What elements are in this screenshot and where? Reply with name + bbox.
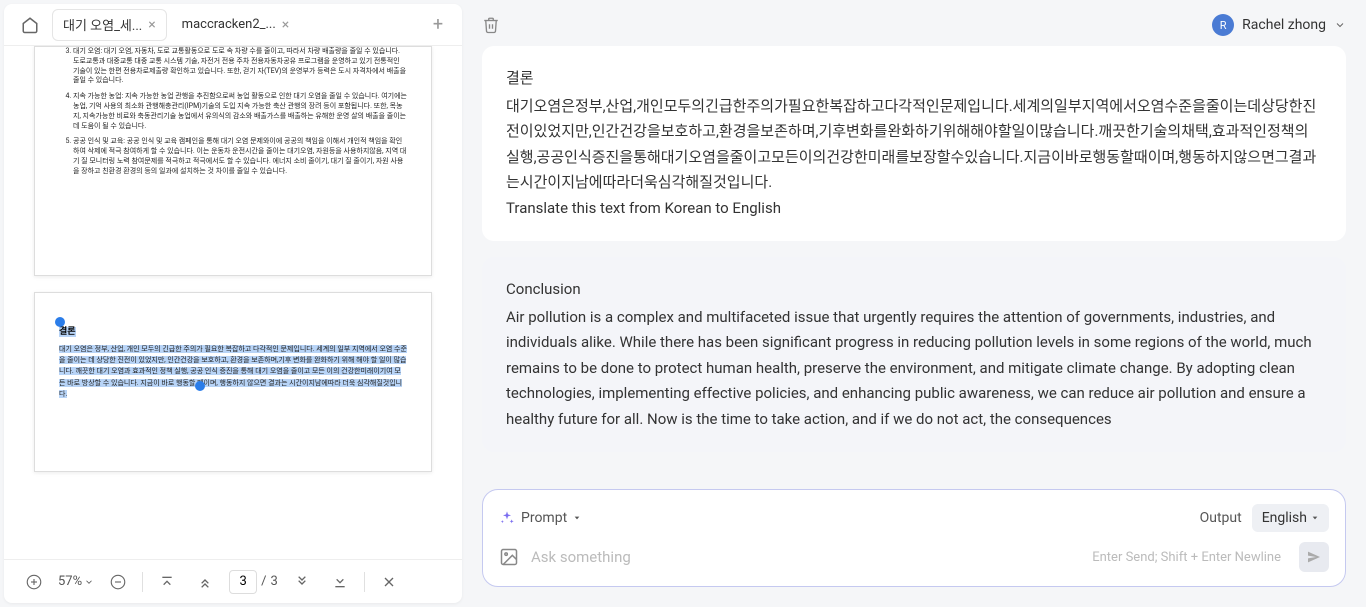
tabs-bar: 대기 오염_세... × maccracken2_... × + [4, 4, 462, 46]
tab-2-close[interactable]: × [282, 17, 289, 33]
chevrons-up-icon [197, 574, 213, 590]
prompt-label: Prompt [521, 510, 567, 526]
image-icon [499, 547, 519, 567]
page-total: 3 [271, 574, 278, 589]
page-indicator: / 3 [229, 570, 278, 594]
ask-input[interactable] [531, 548, 1080, 566]
caret-down-icon [573, 514, 581, 522]
close-doc-button[interactable] [375, 568, 403, 596]
home-icon [21, 16, 39, 34]
chat-panel: R Rachel zhong 결론 대기오염은정부,산업,개인모두의긴급한주의가… [466, 4, 1362, 603]
chat-top-bar: R Rachel zhong [466, 4, 1362, 46]
ai-msg-body: Air pollution is a complex and multiface… [506, 305, 1322, 433]
user-msg-instruction: Translate this text from Korean to Engli… [506, 196, 1322, 222]
chat-scroll[interactable]: 결론 대기오염은정부,산업,개인모두의긴급한주의가필요한복잡하고다각적인문제입니… [466, 46, 1362, 481]
user-msg-body: 대기오염은정부,산업,개인모두의긴급한주의가필요한복잡하고다각적인문제입니다.세… [506, 94, 1322, 196]
document-panel: 대기 오염_세... × maccracken2_... × + 대기 오염: … [4, 4, 462, 603]
prompt-dropdown[interactable]: Prompt [499, 510, 581, 526]
tab-1-label: 대기 오염_세... [63, 15, 142, 34]
plus-circle-icon [25, 573, 43, 591]
page-current-input[interactable] [229, 570, 257, 594]
output-label: Output [1200, 510, 1242, 526]
user-message: 결론 대기오염은정부,산업,개인모두의긴급한주의가필요한복잡하고다각적인문제입니… [482, 46, 1346, 241]
tab-1[interactable]: 대기 오염_세... × [52, 9, 167, 41]
sparkle-icon [499, 510, 515, 526]
ai-msg-heading: Conclusion [506, 277, 1322, 303]
home-button[interactable] [12, 9, 48, 41]
user-msg-heading: 결론 [506, 66, 1322, 92]
tab-1-close[interactable]: × [148, 17, 155, 33]
thumb-2-text: 대기 오염: 대기 오염, 자동차, 도로 교통활동으로 도로 속 차량 수를 … [59, 47, 407, 177]
input-hint: Enter Send; Shift + Enter Newline [1092, 550, 1281, 565]
output-language-select[interactable]: English [1252, 504, 1329, 532]
input-bottom-row: Enter Send; Shift + Enter Newline [499, 542, 1329, 572]
chevron-down-icon [1334, 19, 1346, 31]
chevrons-down-icon [294, 574, 310, 590]
page-thumb-2[interactable]: 대기 오염: 대기 오염, 자동차, 도로 교통활동으로 도로 속 차량 수를 … [34, 46, 432, 276]
add-tab-button[interactable]: + [422, 9, 454, 41]
selection-handle-end[interactable] [195, 381, 205, 391]
output-group: Output English [1200, 504, 1329, 532]
chevron-down-icon [84, 577, 94, 587]
user-name: Rachel zhong [1242, 17, 1326, 33]
tab-2-label: maccracken2_... [182, 17, 276, 32]
first-page-button[interactable] [153, 568, 181, 596]
send-icon [1306, 549, 1322, 565]
send-button[interactable] [1299, 542, 1329, 572]
bottom-toolbar: 57% / 3 [4, 559, 462, 603]
last-page-button[interactable] [326, 568, 354, 596]
separator [364, 572, 365, 592]
input-zone: Prompt Output English Enter Send; Shift … [482, 489, 1346, 587]
zoom-out-button[interactable] [104, 568, 132, 596]
image-attach-button[interactable] [499, 547, 519, 567]
delete-button[interactable] [482, 16, 500, 34]
chevrons-up-bar-icon [159, 574, 175, 590]
document-scroll[interactable]: 대기 오염: 대기 오염, 자동차, 도로 교통활동으로 도로 속 차량 수를 … [4, 46, 462, 559]
selection-handle-start[interactable] [55, 317, 65, 327]
zoom-in-button[interactable] [20, 568, 48, 596]
user-menu[interactable]: R Rachel zhong [1212, 14, 1346, 36]
minus-circle-icon [109, 573, 127, 591]
tab-2[interactable]: maccracken2_... × [171, 9, 301, 41]
avatar: R [1212, 14, 1234, 36]
next-page-button[interactable] [288, 568, 316, 596]
caret-down-icon [1311, 514, 1319, 522]
prev-page-button[interactable] [191, 568, 219, 596]
page-thumb-3[interactable]: 결론 대기 오염은 정부, 산업, 개인 모두의 긴급한 주의가 필요한 복잡하… [34, 292, 432, 472]
separator [142, 572, 143, 592]
thumb-3-heading: 결론 [59, 327, 76, 337]
chevrons-down-bar-icon [332, 574, 348, 590]
close-icon [381, 574, 397, 590]
zoom-level[interactable]: 57% [58, 574, 94, 589]
ai-message: Conclusion Air pollution is a complex an… [482, 257, 1346, 452]
output-lang-value: English [1262, 510, 1307, 526]
thumb-3-body: 대기 오염은 정부, 산업, 개인 모두의 긴급한 주의가 필요한 복잡하고 다… [59, 344, 407, 400]
input-top-row: Prompt Output English [499, 504, 1329, 532]
trash-icon [482, 16, 500, 34]
